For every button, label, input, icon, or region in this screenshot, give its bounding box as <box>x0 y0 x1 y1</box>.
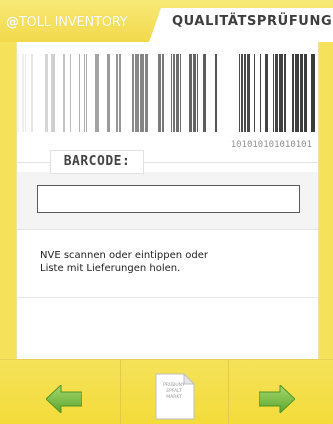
arrow-right-icon <box>259 385 295 413</box>
back-button[interactable] <box>0 360 120 424</box>
brand-at-symbol: @ <box>6 14 19 30</box>
brand-logo: @ TOLL INVENTORY <box>6 12 128 32</box>
header-bar: @ TOLL INVENTORY QUALITÄTSPRÜFUNG <box>0 0 333 42</box>
barcode-fade-overlay <box>17 54 318 154</box>
barcode-input[interactable] <box>37 185 300 213</box>
document-button[interactable]: PRÜBUNY EPFALT MARKT <box>121 360 228 424</box>
instruction-line-1: NVE scannen oder eintippen oder <box>40 250 208 261</box>
main-content: 101010101010101 BARCODE: NVE scannen ode… <box>16 42 319 359</box>
instruction-text: NVE scannen oder eintippen oder Liste mi… <box>40 249 310 275</box>
next-button[interactable] <box>229 360 333 424</box>
bottom-toolbar: PRÜBUNY EPFALT MARKT <box>0 359 333 424</box>
instruction-line-2: Liste mit Lieferungen holen. <box>40 263 181 274</box>
barcode-decoration-image: 101010101010101 <box>17 54 318 154</box>
document-text-line: MARKT <box>166 395 182 400</box>
arrow-left-icon <box>46 385 82 413</box>
document-label: PRÜBUNY EPFALT MARKT <box>158 383 190 401</box>
barcode-label: BARCODE: <box>50 150 144 174</box>
brand-name: TOLL INVENTORY <box>18 14 128 30</box>
content-divider <box>17 297 318 298</box>
app-window: @ TOLL INVENTORY QUALITÄTSPRÜFUNG 101010… <box>0 0 333 424</box>
tab-quality-check-label: QUALITÄTSPRÜFUNG <box>172 14 333 29</box>
